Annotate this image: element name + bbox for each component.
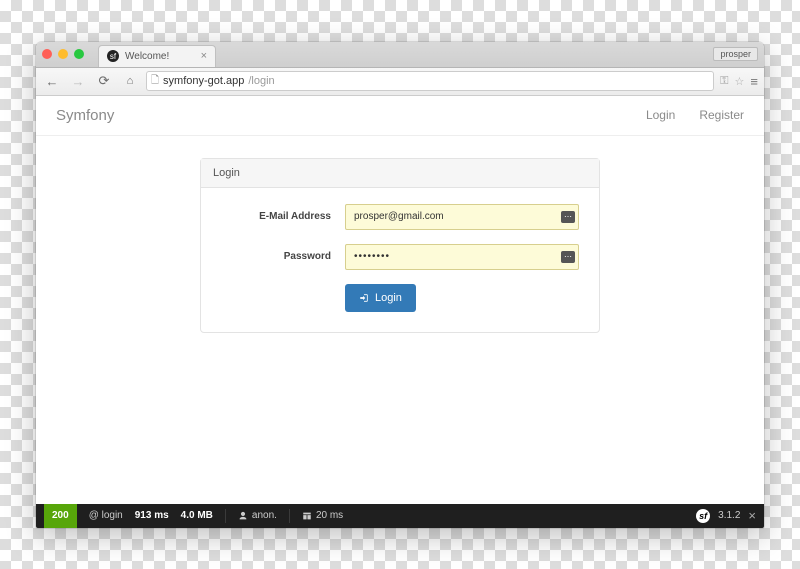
debug-version: 3.1.2 bbox=[718, 510, 740, 521]
separator bbox=[289, 509, 290, 523]
nav-login-link[interactable]: Login bbox=[646, 108, 675, 122]
separator bbox=[225, 509, 226, 523]
tab-strip: sf Welcome! × prosper bbox=[36, 42, 764, 68]
nav-register-link[interactable]: Register bbox=[699, 108, 744, 122]
url-path: /login bbox=[248, 75, 274, 87]
tab-title: Welcome! bbox=[125, 51, 169, 62]
debug-toolbar: 200 @ login 913 ms 4.0 MB anon. 20 ms sf… bbox=[36, 504, 764, 528]
forward-button[interactable]: → bbox=[68, 71, 88, 91]
form-row-password: Password bbox=[221, 244, 579, 270]
template-icon bbox=[302, 511, 312, 521]
minimize-window-icon[interactable] bbox=[58, 49, 68, 59]
form-row-email: E-Mail Address bbox=[221, 204, 579, 230]
page-icon: 🗋 bbox=[151, 73, 159, 90]
back-button[interactable]: ← bbox=[42, 71, 62, 91]
browser-menu-icon[interactable]: ≡ bbox=[750, 74, 758, 89]
url-host: symfony-got.app bbox=[163, 75, 244, 87]
page-content: Symfony Login Register Login E-Mail Addr… bbox=[36, 96, 764, 504]
tab-favicon: sf bbox=[107, 50, 119, 62]
debug-route[interactable]: @ login bbox=[89, 510, 123, 521]
panel-heading: Login bbox=[201, 159, 599, 188]
login-button[interactable]: Login bbox=[345, 284, 416, 312]
login-button-label: Login bbox=[375, 292, 402, 304]
fullscreen-window-icon[interactable] bbox=[74, 49, 84, 59]
debug-user[interactable]: anon. bbox=[238, 510, 277, 521]
debug-render[interactable]: 20 ms bbox=[302, 510, 343, 521]
password-key-icon[interactable]: ⚿ bbox=[720, 75, 728, 88]
close-window-icon[interactable] bbox=[42, 49, 52, 59]
password-input-wrap bbox=[345, 244, 579, 270]
address-bar[interactable]: 🗋 symfony-got.app/login bbox=[146, 71, 714, 91]
reload-button[interactable]: ⟳ bbox=[94, 71, 114, 91]
button-row: Login bbox=[221, 284, 579, 312]
panel-body: E-Mail Address Password bbox=[201, 188, 599, 332]
close-toolbar-icon[interactable]: × bbox=[748, 508, 756, 523]
email-label: E-Mail Address bbox=[221, 211, 331, 222]
password-field[interactable] bbox=[345, 244, 579, 270]
window-controls bbox=[42, 42, 92, 67]
browser-user-button[interactable]: prosper bbox=[713, 47, 758, 61]
debug-memory[interactable]: 4.0 MB bbox=[181, 510, 213, 521]
brand[interactable]: Symfony bbox=[56, 107, 114, 124]
main-container: Login E-Mail Address Password bbox=[36, 136, 764, 333]
autofill-icon[interactable] bbox=[561, 251, 575, 263]
debug-time[interactable]: 913 ms bbox=[135, 510, 169, 521]
close-tab-icon[interactable]: × bbox=[201, 50, 207, 62]
app-navbar: Symfony Login Register bbox=[36, 96, 764, 136]
nav-right: Login Register bbox=[646, 108, 744, 122]
browser-window: sf Welcome! × prosper ← → ⟳ ⌂ 🗋 symfony-… bbox=[36, 42, 764, 528]
user-icon bbox=[238, 511, 248, 521]
autofill-icon[interactable] bbox=[561, 211, 575, 223]
debug-status[interactable]: 200 bbox=[44, 504, 77, 528]
email-input-wrap bbox=[345, 204, 579, 230]
login-panel: Login E-Mail Address Password bbox=[200, 158, 600, 333]
browser-tab[interactable]: sf Welcome! × bbox=[98, 45, 216, 67]
home-button[interactable]: ⌂ bbox=[120, 71, 140, 91]
password-label: Password bbox=[221, 251, 331, 262]
debug-right: sf 3.1.2 × bbox=[696, 508, 756, 523]
signin-icon bbox=[359, 293, 369, 303]
email-field[interactable] bbox=[345, 204, 579, 230]
symfony-logo-icon[interactable]: sf bbox=[696, 509, 710, 523]
browser-toolbar: ← → ⟳ ⌂ 🗋 symfony-got.app/login ⚿ ☆ ≡ bbox=[36, 68, 764, 96]
bookmark-icon[interactable]: ☆ bbox=[735, 75, 745, 88]
